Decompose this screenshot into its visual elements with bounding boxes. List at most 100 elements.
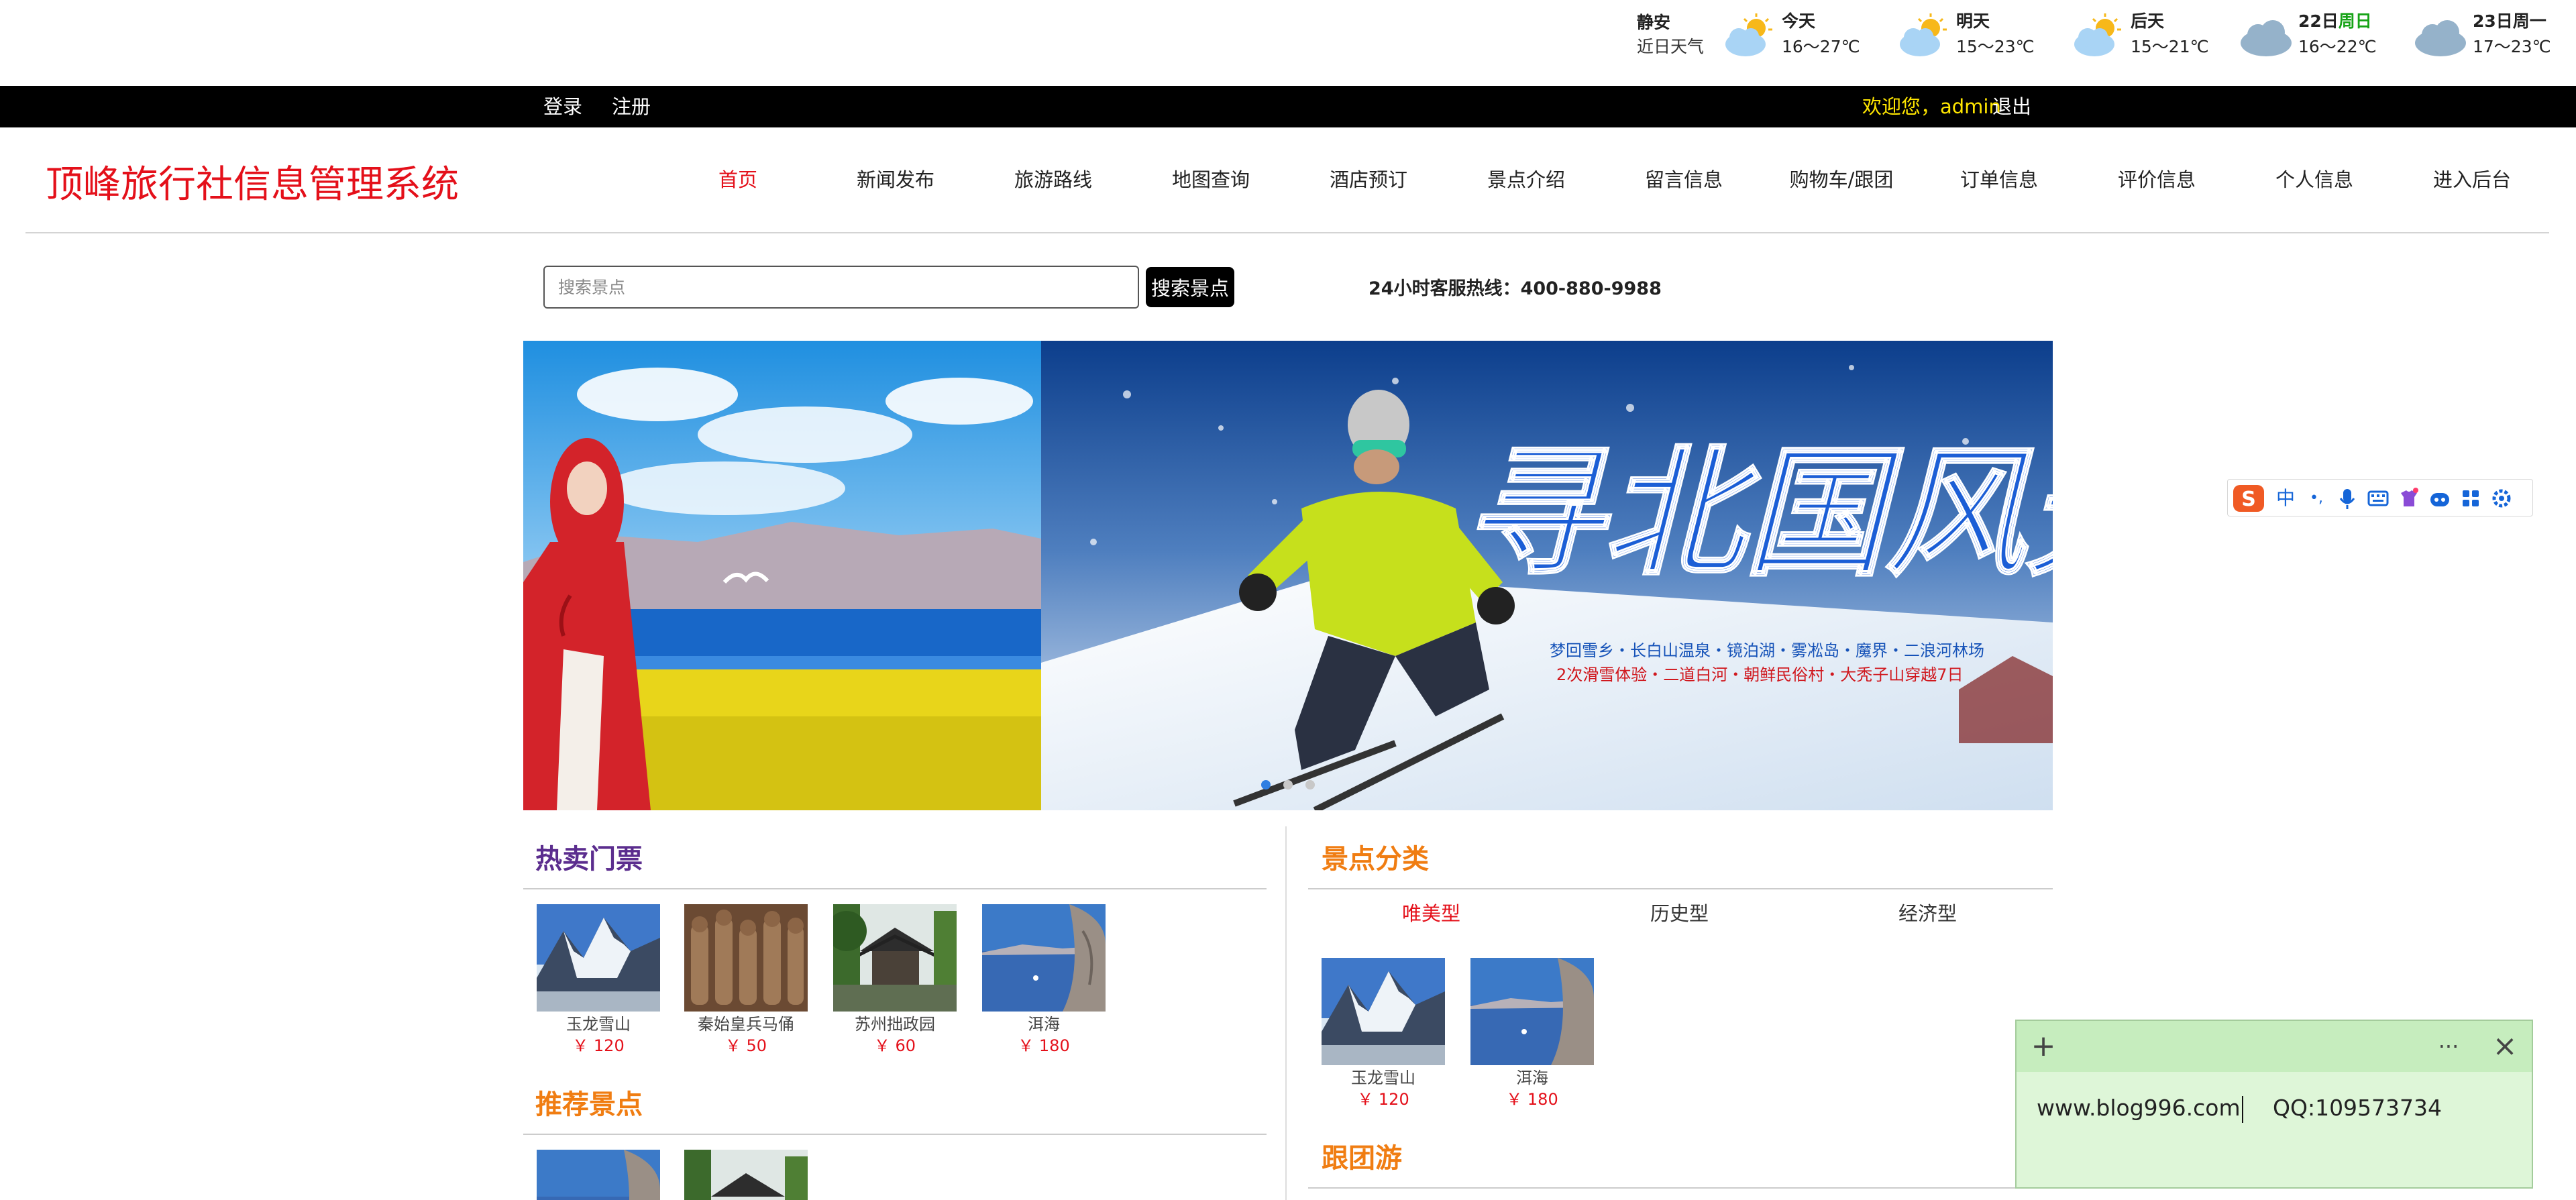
- hot-tickets-title: 热卖门票: [535, 844, 643, 875]
- welcome-text: 欢迎您，admin: [1862, 95, 2001, 118]
- keyboard-icon[interactable]: [2365, 485, 2392, 512]
- lake-thumb: [982, 904, 1106, 1012]
- banner-line-1: 梦回雪乡・长白山温泉・镜泊湖・雾凇岛・魔界・二浪河林场: [1550, 641, 1984, 660]
- weather-day-label: 明天: [1956, 11, 1990, 31]
- ticket-name: 秦始皇兵马俑: [698, 1015, 794, 1034]
- nav-hotel[interactable]: 酒店预订: [1301, 165, 1436, 195]
- top-bar: 登录 注册 欢迎您，admin 退出: [0, 86, 2576, 127]
- banner-left-scene: [523, 341, 1041, 810]
- ticket-price: ￥ 60: [873, 1036, 916, 1055]
- weather-day-temp: 15～21℃: [2131, 37, 2209, 56]
- sticky-note[interactable]: + ··· × www.blog996.com QQ:109573734: [2015, 1020, 2533, 1189]
- search-input[interactable]: [543, 266, 1139, 309]
- group-tour-title: 跟团游: [1322, 1143, 1402, 1174]
- cloud-icon: [2241, 20, 2292, 56]
- weather-day-label: 22日周日: [2298, 11, 2372, 31]
- weather-day-temp: 17～23℃: [2473, 37, 2551, 56]
- ticket-price: ￥ 50: [724, 1036, 767, 1055]
- weather-day-label: 今天: [1782, 11, 1816, 31]
- weekend-highlight: 周日: [2338, 11, 2372, 31]
- ticket-name: 苏州拙政园: [855, 1015, 935, 1034]
- ime-toolbar[interactable]: S 中 •,: [2227, 479, 2533, 516]
- category-item-price: ￥ 180: [1506, 1090, 1558, 1109]
- nav-attractions[interactable]: 景点介绍: [1459, 165, 1593, 195]
- sticky-note-text[interactable]: www.blog996.com: [2037, 1095, 2243, 1123]
- nav-messages[interactable]: 留言信息: [1617, 165, 1751, 195]
- nav-routes[interactable]: 旅游路线: [986, 165, 1120, 195]
- column-divider: [1285, 826, 1287, 1200]
- ime-punct-toggle[interactable]: •,: [2303, 485, 2330, 512]
- hotline-text: 24小时客服热线：400-880-9988: [1368, 278, 1662, 299]
- banner-carousel[interactable]: 寻北国风光 梦回雪乡・长白山温泉・镜泊湖・雾凇岛・魔界・二浪河林场 2次滑雪体验…: [523, 341, 2053, 810]
- header-divider: [25, 232, 2549, 233]
- logout-link[interactable]: 退出: [1992, 94, 2031, 119]
- login-link[interactable]: 登录: [543, 94, 582, 119]
- recommended-divider: [523, 1134, 1267, 1135]
- weather-city: 静安: [1637, 13, 1671, 32]
- carousel-dot-2[interactable]: [1283, 780, 1293, 789]
- nav-reviews[interactable]: 评价信息: [2090, 165, 2224, 195]
- tab-economic[interactable]: 经济型: [1898, 900, 1957, 927]
- group-tour-divider: [1308, 1187, 2053, 1189]
- recommended-title: 推荐景点: [535, 1089, 643, 1120]
- nav-cart[interactable]: 购物车/跟团: [1774, 165, 1909, 195]
- weather-caption: 近日天气: [1637, 37, 1705, 56]
- recommended-card[interactable]: [537, 1150, 660, 1200]
- close-note-button[interactable]: ×: [2486, 1028, 2524, 1065]
- tab-beautiful[interactable]: 唯美型: [1402, 900, 1460, 927]
- settings-icon[interactable]: [2488, 485, 2515, 512]
- sun-cloud-icon: [1900, 13, 1947, 56]
- add-note-button[interactable]: +: [2025, 1028, 2062, 1065]
- banner-line-2: 2次滑雪体验・二道白河・朝鲜民俗村・大秃子山穿越7日: [1556, 665, 1964, 684]
- grid-icon[interactable]: [2457, 485, 2484, 512]
- category-item-price: ￥ 120: [1357, 1090, 1409, 1109]
- snow-mountain-thumb: [537, 904, 660, 1012]
- lake-thumb: [1470, 958, 1594, 1065]
- search-button[interactable]: 搜索景点: [1146, 267, 1234, 307]
- lake-thumb: [537, 1150, 660, 1200]
- carousel-dot-3[interactable]: [1305, 780, 1315, 789]
- weather-location: 静安 近日天气: [1637, 11, 1717, 59]
- skin-icon[interactable]: [2396, 485, 2422, 512]
- nav-map[interactable]: 地图查询: [1144, 165, 1278, 195]
- banner-title: 寻北国风光: [1462, 430, 2053, 596]
- nav-profile[interactable]: 个人信息: [2247, 165, 2381, 195]
- cloud-icon: [2415, 20, 2466, 56]
- category-card[interactable]: 玉龙雪山 ￥ 120: [1322, 958, 1445, 1109]
- nav-news[interactable]: 新闻发布: [828, 165, 963, 195]
- weather-strip: 静安 近日天气 今天 16～27℃ 明天 15～23℃ 后天 15～21℃ 22…: [0, 0, 2576, 87]
- ticket-card[interactable]: 苏州拙政园 ￥ 60: [833, 904, 957, 1056]
- weather-day-label: 23日周一: [2473, 11, 2546, 31]
- sticky-note-toolbar: + ··· ×: [2017, 1021, 2532, 1072]
- nav-home[interactable]: 首页: [671, 165, 805, 195]
- tab-historical[interactable]: 历史型: [1650, 900, 1709, 927]
- sogou-logo-icon[interactable]: S: [2231, 485, 2268, 512]
- ticket-card[interactable]: 洱海 ￥ 180: [982, 904, 1106, 1056]
- text-caret: [2241, 1095, 2243, 1123]
- main-nav: 首页 新闻发布 旅游路线 地图查询 酒店预订 景点介绍 留言信息 购物车/跟团 …: [671, 165, 2542, 195]
- category-card[interactable]: 洱海 ￥ 180: [1470, 958, 1594, 1109]
- more-options-button[interactable]: ···: [2430, 1028, 2467, 1065]
- register-link[interactable]: 注册: [612, 94, 651, 119]
- site-title: 顶峰旅行社信息管理系统: [46, 163, 459, 207]
- nav-orders[interactable]: 订单信息: [1932, 165, 2066, 195]
- sun-cloud-icon: [1725, 13, 1772, 56]
- carousel-dot-1[interactable]: [1261, 780, 1271, 789]
- ticket-price: ￥ 120: [572, 1036, 625, 1055]
- weather-day-temp: 16～22℃: [2298, 37, 2377, 56]
- weather-day-temp: 16～27℃: [1782, 37, 1860, 56]
- ime-mode-toggle[interactable]: 中: [2272, 485, 2299, 512]
- ticket-card[interactable]: 秦始皇兵马俑 ￥ 50: [684, 904, 808, 1056]
- mic-icon[interactable]: [2334, 485, 2361, 512]
- ticket-card[interactable]: 玉龙雪山 ￥ 120: [537, 904, 660, 1056]
- nav-admin[interactable]: 进入后台: [2405, 165, 2539, 195]
- recommended-card[interactable]: [684, 1150, 808, 1200]
- sun-cloud-icon: [2074, 13, 2121, 56]
- category-item-name: 洱海: [1516, 1069, 1548, 1087]
- robot-icon[interactable]: [2426, 485, 2453, 512]
- garden-thumb: [684, 1150, 808, 1200]
- garden-thumb: [833, 904, 957, 1012]
- banner-right-scene: 寻北国风光 梦回雪乡・长白山温泉・镜泊湖・雾凇岛・魔界・二浪河林场 2次滑雪体验…: [1041, 341, 2053, 810]
- weather-day-label: 后天: [2131, 11, 2165, 31]
- sticky-note-qq: QQ:109573734: [2273, 1095, 2443, 1121]
